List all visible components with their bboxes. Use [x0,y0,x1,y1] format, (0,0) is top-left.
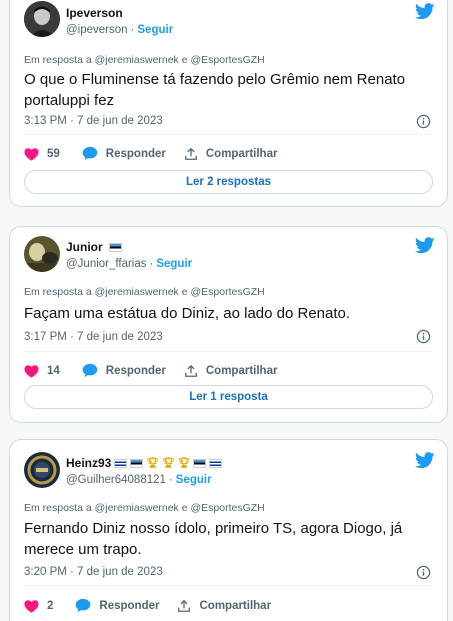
share-button[interactable]: Compartilhar [177,599,271,613]
tweet-text: O que o Fluminense tá fazendo pelo Grêmi… [24,71,406,109]
tweet-text: Fernando Diniz nosso ídolo, primeiro TS,… [24,520,403,558]
mention-link[interactable]: @jeremiaswernek [95,502,179,514]
reply-label: Responder [99,599,160,612]
like-count: 2 [47,599,54,612]
display-name-row: Ipeverson [66,6,123,20]
heart-icon [24,364,39,378]
display-name[interactable]: Junior [66,240,103,254]
share-button[interactable]: Compartilhar [184,147,278,161]
uruguay-flag-icon [114,458,128,468]
mention-link[interactable]: @EsportesGZH [191,502,265,514]
action-bar: 2 Responder Compartilhar [24,598,289,613]
like-button[interactable]: 2 [24,599,53,613]
avatar[interactable] [24,236,60,272]
reply-label: Responder [105,147,166,160]
heart-icon [24,599,39,613]
reply-context: Em resposta a @jeremiaswernek e @Esporte… [24,502,265,514]
tweet-text: Façam uma estátua do Diniz, ao lado do R… [24,305,351,322]
mention-link[interactable]: @jeremiaswernek [95,286,179,298]
display-name[interactable]: Ipeverson [66,6,123,20]
reply-context: Em resposta a @jeremiaswernek e @Esporte… [24,54,265,66]
separator-dot: · [168,474,173,486]
speech-bubble-icon [82,146,98,161]
like-count: 14 [47,364,60,377]
avatar[interactable] [24,452,60,488]
reply-and: e [181,286,188,298]
trophy-icon: 🏆︎ [162,457,175,469]
action-bar: 14 Responder Compartilhar [24,363,295,378]
follow-button[interactable]: Seguir [137,24,173,36]
reply-prefix: Em resposta a [24,286,92,298]
tweet-timestamp[interactable]: 3:17 PM · 7 de jun de 2023 [24,331,163,343]
reply-and: e [181,54,188,66]
mention-link[interactable]: @EsportesGZH [191,286,265,298]
share-icon [184,147,197,160]
user-handle[interactable]: @ipeverson [66,24,128,36]
handle-row: @ipeverson · Seguir [66,24,173,36]
divider [24,351,433,352]
share-icon [184,364,197,377]
display-name[interactable]: Heinz93 [66,456,111,470]
reply-button[interactable]: Responder [82,363,166,378]
divider [24,585,433,586]
speech-bubble-icon [76,598,91,613]
estonia-flag-icon [193,458,207,468]
display-name-row: Junior [66,240,122,254]
twitter-bird-icon[interactable] [415,3,435,20]
separator-dot: · [130,24,135,36]
share-label: Compartilhar [205,364,278,377]
divider [24,134,433,135]
tweet-card: Heinz93 🏆︎ 🏆︎ 🏆︎ @Guilher64088121 · Seguir… [9,439,448,621]
tweet-timestamp[interactable]: 3:13 PM · 7 de jun de 2023 [24,115,163,127]
read-replies-button[interactable]: Ler 1 resposta [24,385,433,409]
reply-prefix: Em resposta a [24,502,92,514]
trophy-icon: 🏆︎ [146,457,160,469]
info-icon[interactable] [416,114,431,129]
tweet-card: Junior @Junior_ffarias · Seguir Em respost… [9,226,448,423]
reply-and: e [181,502,188,514]
info-icon[interactable] [416,565,431,580]
follow-button[interactable]: Seguir [176,474,212,486]
reply-prefix: Em resposta a [24,54,92,66]
reply-label: Responder [105,364,166,377]
info-icon[interactable] [416,329,431,344]
mention-link[interactable]: @EsportesGZH [191,54,265,66]
user-handle[interactable]: @Junior_ffarias [66,258,147,270]
twitter-bird-icon[interactable] [415,237,435,254]
mention-link[interactable]: @jeremiaswernek [95,54,179,66]
like-count: 59 [47,147,60,160]
user-handle[interactable]: @Guilher64088121 [66,474,166,486]
trophy-icon: 🏆︎ [177,457,191,469]
reply-button[interactable]: Responder [82,146,166,161]
twitter-bird-icon[interactable] [415,452,435,469]
estonia-flag-icon [108,242,122,252]
like-button[interactable]: 14 [24,364,60,378]
estonia-flag-icon [130,458,144,468]
reply-button[interactable]: Responder [75,598,159,613]
reply-context: Em resposta a @jeremiaswernek e @Esporte… [24,286,265,298]
handle-row: @Guilher64088121 · Seguir [66,474,212,486]
follow-button[interactable]: Seguir [156,258,192,270]
avatar[interactable] [24,1,60,37]
heart-icon [24,147,39,161]
display-name-row: Heinz93 🏆︎ 🏆︎ 🏆︎ [66,456,223,470]
like-button[interactable]: 59 [24,147,60,161]
share-button[interactable]: Compartilhar [184,364,278,378]
tweet-card: Ipeverson @ipeverson · Seguir Em resposta … [9,0,448,207]
handle-row: @Junior_ffarias · Seguir [66,258,192,270]
separator-dot: · [149,258,154,270]
tweet-timestamp[interactable]: 3:20 PM · 7 de jun de 2023 [24,566,163,578]
uruguay-flag-icon [209,458,223,468]
share-icon [178,599,191,612]
speech-bubble-icon [82,363,98,378]
share-label: Compartilhar [199,599,272,612]
share-label: Compartilhar [205,147,278,160]
action-bar: 59 Responder Compartilhar [24,146,295,161]
read-replies-button[interactable]: Ler 2 respostas [24,170,433,194]
